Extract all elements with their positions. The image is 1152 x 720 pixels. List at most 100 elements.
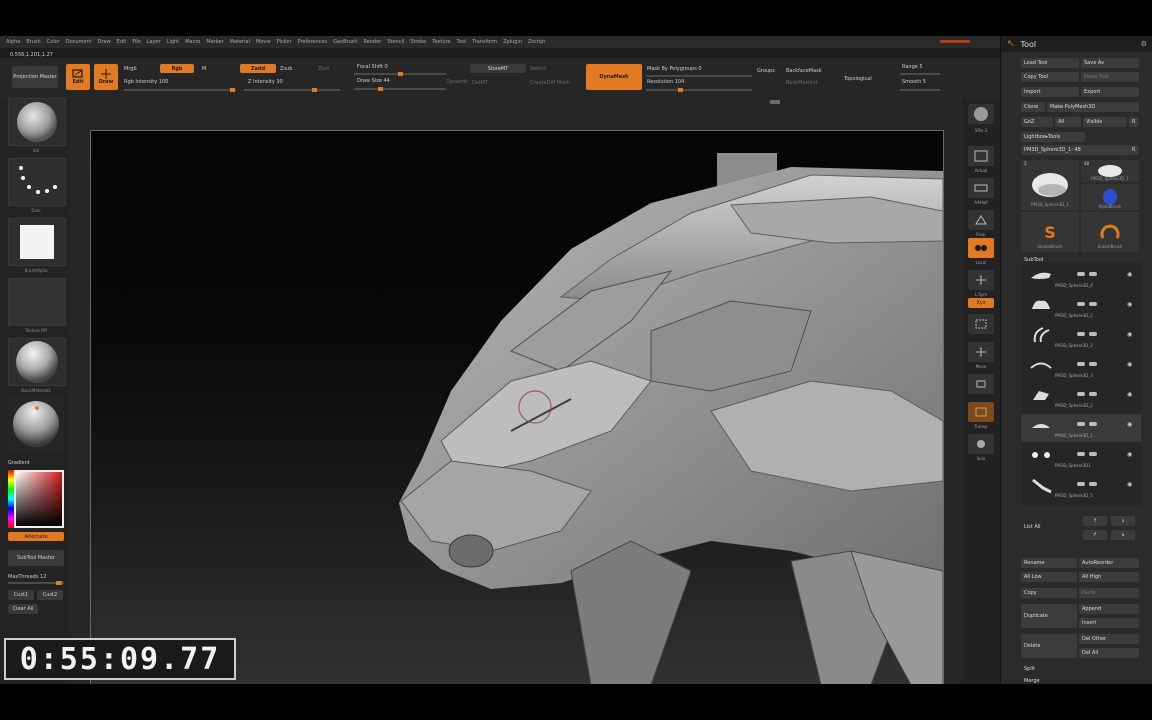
- mask-by-polygroups-track[interactable]: [646, 75, 752, 77]
- menu-layer[interactable]: Layer: [147, 39, 161, 45]
- eye-icon[interactable]: ◉: [1127, 271, 1132, 278]
- aahalf-button[interactable]: [968, 178, 994, 198]
- subtool-toggle[interactable]: [1077, 272, 1085, 276]
- backmaskint-slider[interactable]: BackMaskInt: [786, 80, 818, 86]
- menu-zscript[interactable]: Zscript: [528, 39, 545, 45]
- del-all-button[interactable]: Del All: [1079, 648, 1139, 658]
- menu-marker[interactable]: Marker: [206, 39, 223, 45]
- focal-shift-slider[interactable]: Focal Shift 0: [357, 64, 388, 70]
- move-up-button[interactable]: ↑: [1083, 516, 1107, 526]
- subtool-toggle[interactable]: [1077, 362, 1085, 366]
- menu-stroke[interactable]: Stroke: [410, 39, 426, 45]
- delete-button[interactable]: Delete: [1021, 634, 1077, 658]
- persp-button[interactable]: [968, 210, 994, 230]
- insert-button[interactable]: Insert: [1079, 618, 1139, 628]
- rgb-intensity-handle[interactable]: [230, 88, 235, 92]
- resolution-handle[interactable]: [678, 88, 683, 92]
- draw-button[interactable]: Draw: [94, 64, 118, 90]
- paste-tool-button[interactable]: Paste Tool: [1081, 72, 1139, 82]
- storemt-button[interactable]: StoreMT: [470, 64, 526, 73]
- all-high-button[interactable]: All High: [1079, 572, 1139, 582]
- alpha-thumbnail[interactable]: [8, 218, 66, 266]
- menu-stencil[interactable]: Stencil: [387, 39, 404, 45]
- create-diff-mesh-button[interactable]: CreateDiff Mesh: [530, 80, 570, 86]
- lightbox-tools-button[interactable]: Lightbox▸Tools: [1021, 132, 1085, 142]
- subtool-toggle[interactable]: [1089, 362, 1097, 366]
- resolution-slider[interactable]: Resolution 104: [647, 79, 684, 85]
- solo-button[interactable]: [968, 434, 994, 454]
- menu-render[interactable]: Render: [364, 39, 382, 45]
- switch-button[interactable]: Switch: [530, 66, 547, 72]
- local-button[interactable]: [968, 238, 994, 258]
- eye-icon[interactable]: ◉: [1127, 361, 1132, 368]
- z-intensity-slider[interactable]: Z Intensity 30: [248, 79, 283, 85]
- menu-picker[interactable]: Picker: [277, 39, 292, 45]
- subtool-toggle[interactable]: [1077, 422, 1085, 426]
- stroke-thumbnail[interactable]: [8, 158, 66, 206]
- subtool-toggle[interactable]: [1077, 392, 1085, 396]
- material-thumbnail[interactable]: [8, 338, 66, 386]
- rename-button[interactable]: Rename: [1021, 558, 1077, 568]
- zsub-button[interactable]: Zsub: [280, 66, 292, 72]
- r-button[interactable]: R: [1129, 117, 1139, 127]
- tool-tile-sphere[interactable]: 2 PM3D_Sphere3D_1: [1021, 160, 1079, 210]
- edit-button[interactable]: Edit: [66, 64, 90, 90]
- bpr-button[interactable]: [968, 104, 994, 124]
- subtool-toggle[interactable]: [1089, 392, 1097, 396]
- menu-file[interactable]: File: [132, 39, 140, 45]
- current-tool-slider[interactable]: PM3D_Sphere3D_1: 48: [1021, 145, 1129, 155]
- zcut-button[interactable]: Zcut: [318, 66, 329, 72]
- texture-thumbnail[interactable]: [8, 278, 66, 326]
- menu-movie[interactable]: Movie: [256, 39, 271, 45]
- rgb-intensity-track[interactable]: [124, 89, 236, 91]
- copy-button[interactable]: Copy: [1021, 588, 1077, 598]
- subtool-master-button[interactable]: SubTool Master: [8, 550, 64, 566]
- color-picker[interactable]: [8, 470, 64, 528]
- menu-geobrush[interactable]: GeoBrush: [333, 39, 357, 45]
- export-button[interactable]: Export: [1081, 87, 1139, 97]
- z-intensity-handle[interactable]: [312, 88, 317, 92]
- load-tool-button[interactable]: Load Tool: [1021, 58, 1079, 68]
- cust1-button[interactable]: Cust1: [8, 590, 34, 600]
- subtool-item[interactable]: ◉ PM3D_Sphere3D_2: [1021, 294, 1141, 322]
- z-intensity-track[interactable]: [244, 89, 340, 91]
- subtool-toggle[interactable]: [1089, 452, 1097, 456]
- gear-icon[interactable]: ⚙: [1141, 40, 1147, 48]
- move-down-button[interactable]: ↓: [1111, 516, 1135, 526]
- scale-button[interactable]: [968, 374, 994, 394]
- menu-preferences[interactable]: Preferences: [298, 39, 327, 45]
- rgb-button[interactable]: Rgb: [160, 64, 194, 73]
- subtool-toggle[interactable]: [1077, 482, 1085, 486]
- delmt-button[interactable]: DelMT: [472, 80, 488, 86]
- focal-shift-handle[interactable]: [398, 72, 403, 76]
- brush-thumbnail[interactable]: [8, 98, 66, 146]
- menu-zplugin[interactable]: Zplugin: [503, 39, 522, 45]
- subtool-toggle[interactable]: [1089, 332, 1097, 336]
- canvas-scroll-handle[interactable]: [770, 100, 780, 104]
- visible-button[interactable]: Visible: [1083, 117, 1127, 127]
- subtool-item[interactable]: ◉ PM3D_Sphere3D_5: [1021, 474, 1141, 502]
- cust2-button[interactable]: Cust2: [37, 590, 63, 600]
- zadd-button[interactable]: Zadd: [240, 64, 276, 73]
- move-button[interactable]: [968, 342, 994, 362]
- topological-button[interactable]: Topological: [844, 76, 872, 82]
- all-low-button[interactable]: All Low: [1021, 572, 1077, 582]
- menu-macro[interactable]: Macro: [185, 39, 200, 45]
- range-track[interactable]: [900, 73, 940, 75]
- select-up-button[interactable]: ↱: [1083, 530, 1107, 540]
- save-as-button[interactable]: Save As: [1081, 58, 1139, 68]
- subtool-item[interactable]: ◉ PM3D_Sphere3D_3: [1021, 354, 1141, 382]
- draw-size-handle[interactable]: [378, 87, 383, 91]
- del-other-button[interactable]: Del Other: [1079, 634, 1139, 644]
- eye-icon[interactable]: ◉: [1127, 421, 1132, 428]
- clear-all-button[interactable]: Clear All: [8, 604, 38, 614]
- saturation-value-square[interactable]: [16, 472, 62, 526]
- backfacemask-button[interactable]: BackfaceMask: [786, 68, 822, 74]
- menu-edit[interactable]: Edit: [117, 39, 127, 45]
- eraserbrush-tile[interactable]: EraserBrush: [1081, 212, 1139, 252]
- append-button[interactable]: Append: [1079, 604, 1139, 614]
- dynamesh-button[interactable]: DynaMesh: [586, 64, 642, 90]
- merge-section[interactable]: Merge: [1021, 677, 1077, 684]
- mask-by-polygroups-slider[interactable]: Mask By Polygroups 0: [647, 66, 702, 72]
- alternate-button[interactable]: Alternate: [8, 532, 64, 541]
